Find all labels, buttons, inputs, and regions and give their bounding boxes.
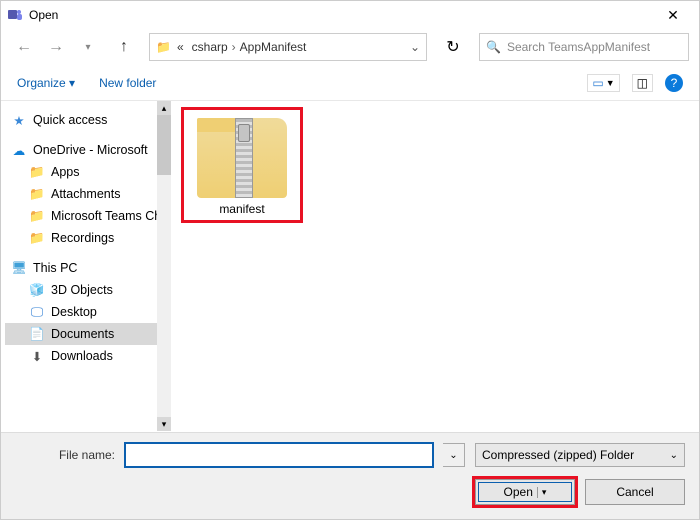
document-icon: 📄: [29, 326, 45, 342]
search-icon: 🔍: [486, 40, 501, 54]
sidebar-item-documents[interactable]: 📄Documents: [5, 323, 167, 345]
scroll-down-button[interactable]: ▾: [157, 417, 171, 431]
sidebar-item-apps[interactable]: 📁Apps: [5, 161, 167, 183]
filename-history-dropdown[interactable]: ⌄: [443, 443, 465, 467]
star-icon: ★: [11, 112, 27, 128]
breadcrumb[interactable]: 📁 « csharp › AppManifest ⌄: [149, 33, 427, 61]
nav-tree: ▴ ▾ ★Quick access ☁OneDrive - Microsoft …: [1, 101, 171, 431]
zip-folder-icon: [197, 118, 287, 198]
folder-icon: 📁: [29, 164, 45, 180]
scroll-up-button[interactable]: ▴: [157, 101, 171, 115]
view-mode-button[interactable]: ▭ ▼: [587, 74, 619, 92]
teams-app-icon: [7, 7, 23, 23]
sidebar-item-recordings[interactable]: 📁Recordings: [5, 227, 167, 249]
sidebar-item-quick-access[interactable]: ★Quick access: [5, 109, 167, 131]
sidebar-item-3d-objects[interactable]: 🧊3D Objects: [5, 279, 167, 301]
sidebar-item-this-pc[interactable]: 🖥This PC: [5, 257, 167, 279]
desktop-icon: 🖵: [29, 304, 45, 320]
picture-icon: ▭: [592, 76, 603, 90]
breadcrumb-prefix: «: [177, 40, 184, 54]
sidebar-item-attachments[interactable]: 📁Attachments: [5, 183, 167, 205]
file-item-manifest[interactable]: manifest: [181, 107, 303, 223]
file-item-label: manifest: [188, 202, 296, 216]
cloud-icon: ☁: [11, 142, 27, 158]
sidebar-item-ms-teams[interactable]: 📁Microsoft Teams Chat Files: [5, 205, 167, 227]
search-input[interactable]: 🔍 Search TeamsAppManifest: [479, 33, 689, 61]
sidebar-item-onedrive[interactable]: ☁OneDrive - Microsoft: [5, 139, 167, 161]
breadcrumb-dropdown[interactable]: ⌄: [410, 40, 420, 54]
chevron-down-icon: ⌄: [670, 450, 678, 461]
window-title: Open: [29, 8, 653, 22]
chevron-down-icon: ▼: [606, 78, 615, 88]
filename-input[interactable]: [125, 443, 433, 467]
sidebar-item-downloads[interactable]: ⬇Downloads: [5, 345, 167, 367]
open-button[interactable]: Open▾: [475, 479, 575, 505]
cancel-button[interactable]: Cancel: [585, 479, 685, 505]
close-button[interactable]: ✕: [653, 7, 693, 24]
pc-icon: 🖥: [11, 260, 27, 276]
cube-icon: 🧊: [29, 282, 45, 298]
folder-icon: 📁: [29, 186, 45, 202]
search-placeholder: Search TeamsAppManifest: [507, 40, 650, 54]
nav-back-button[interactable]: ←: [11, 34, 37, 60]
help-button[interactable]: ?: [665, 74, 683, 92]
nav-forward-button[interactable]: →: [43, 34, 69, 60]
refresh-button[interactable]: ↻: [439, 33, 467, 61]
folder-icon: 📁: [29, 208, 45, 224]
folder-icon: 📁: [29, 230, 45, 246]
breadcrumb-part[interactable]: AppManifest: [240, 40, 307, 54]
download-icon: ⬇: [29, 348, 45, 364]
open-split-dropdown[interactable]: ▾: [537, 487, 547, 498]
filename-label: File name:: [15, 448, 115, 462]
panel-icon: ◫: [637, 76, 648, 90]
file-type-filter[interactable]: Compressed (zipped) Folder ⌄: [475, 443, 685, 467]
chevron-right-icon: ›: [232, 40, 236, 54]
breadcrumb-part[interactable]: csharp: [192, 40, 228, 54]
new-folder-button[interactable]: New folder: [99, 76, 156, 90]
preview-pane-button[interactable]: ◫: [632, 74, 653, 92]
sidebar-item-desktop[interactable]: 🖵Desktop: [5, 301, 167, 323]
nav-recent-dropdown[interactable]: ▾: [75, 34, 101, 60]
folder-icon: 📁: [156, 40, 171, 54]
organize-menu[interactable]: Organize ▾: [17, 76, 75, 90]
nav-up-button[interactable]: ↑: [111, 34, 137, 60]
scrollbar-thumb[interactable]: [157, 115, 171, 175]
file-list-pane[interactable]: manifest: [171, 101, 699, 431]
